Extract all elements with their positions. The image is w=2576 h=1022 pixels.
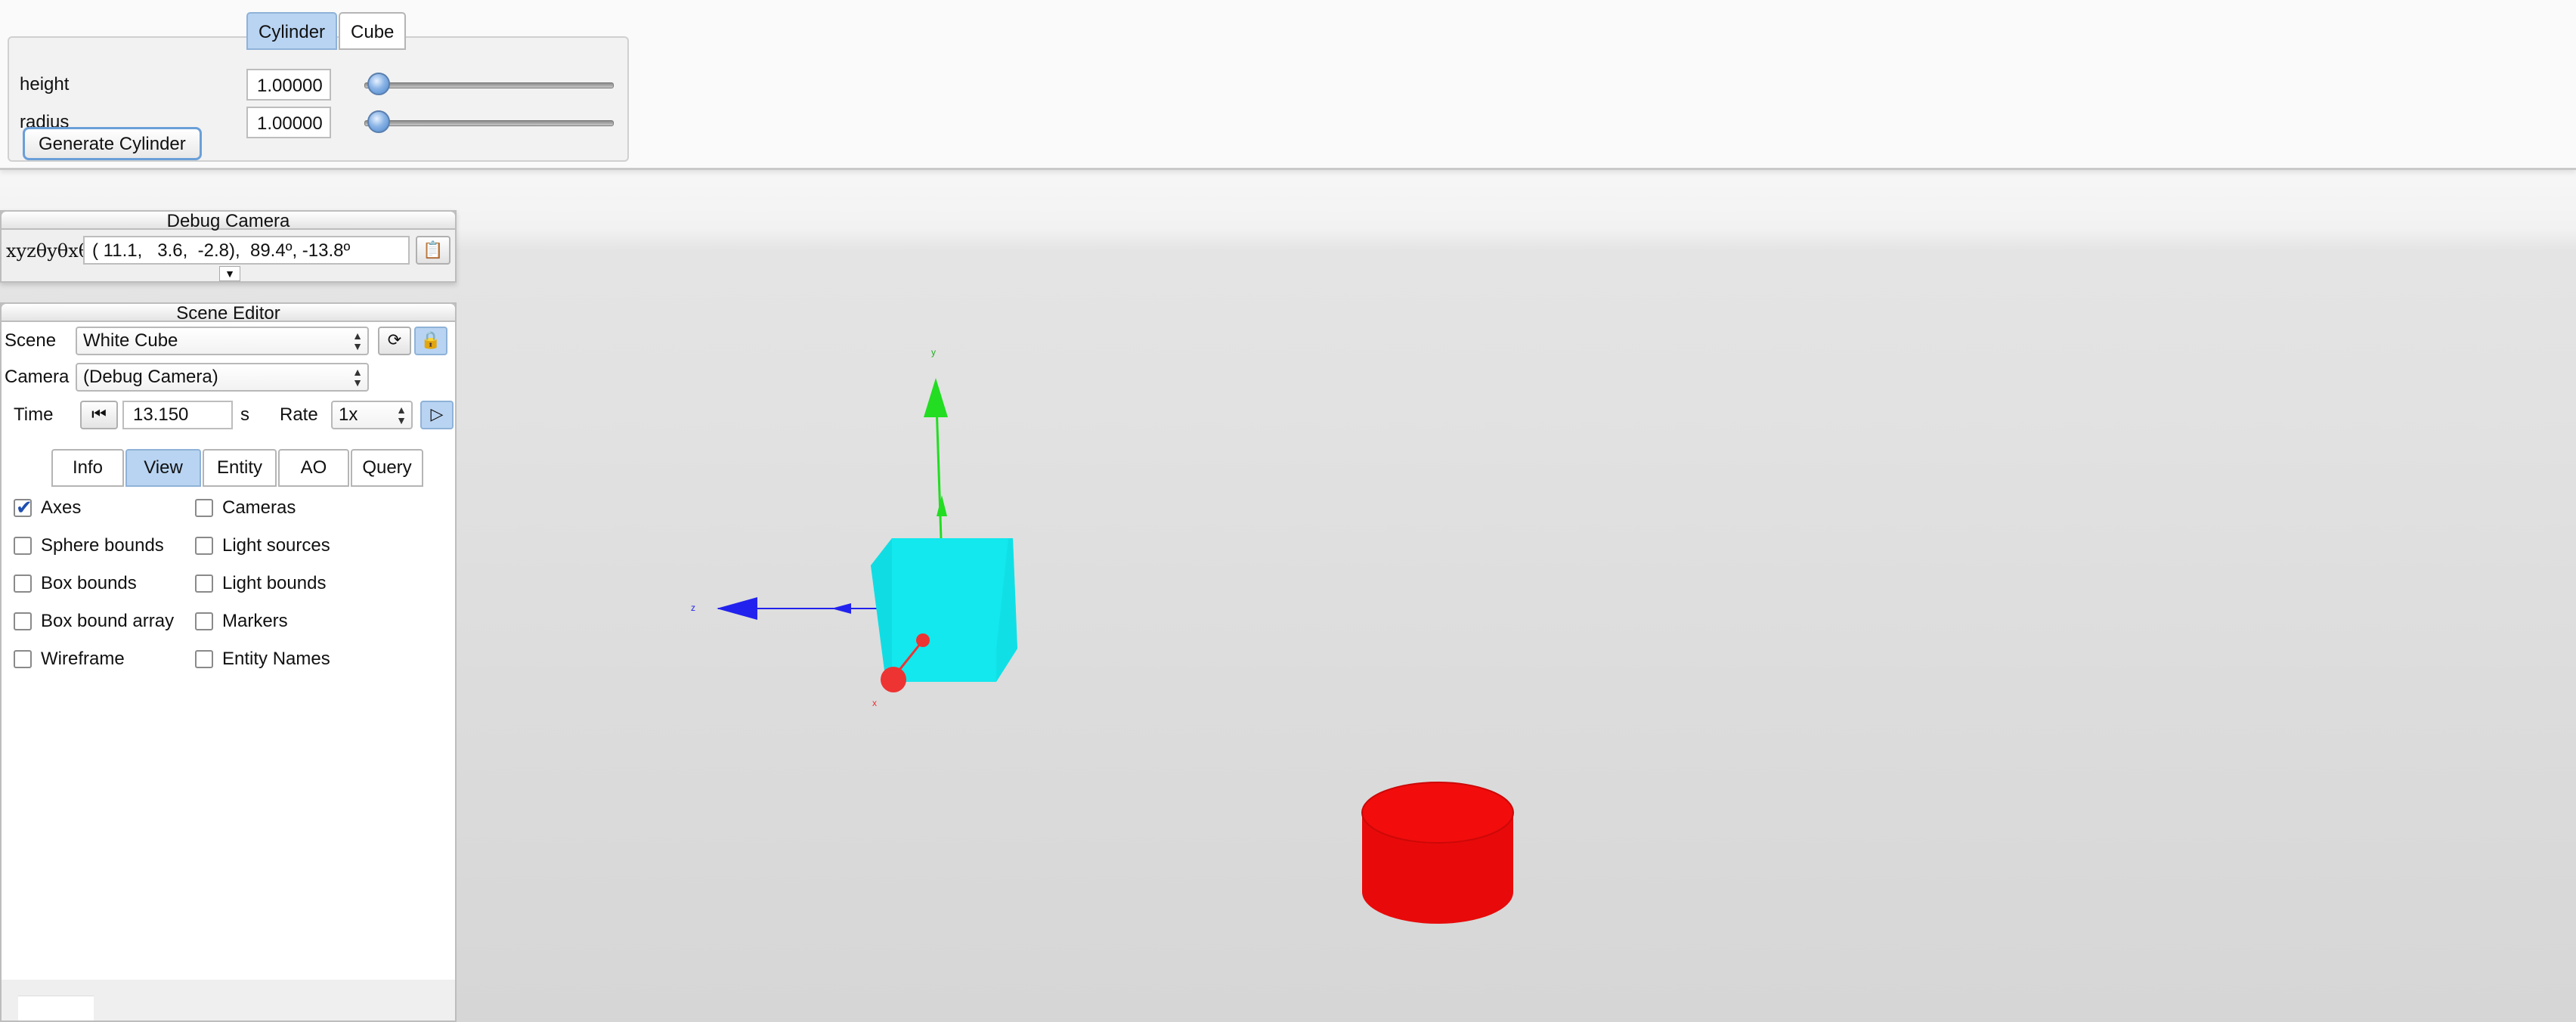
wireframe-option[interactable]: Wireframe xyxy=(14,649,125,670)
white-cube xyxy=(871,538,1017,682)
y-axis-label: y xyxy=(931,347,936,358)
radius-field[interactable]: 1.00000 xyxy=(246,107,331,138)
light-bounds-label: Light bounds xyxy=(222,573,327,593)
z-axis-label: z xyxy=(691,602,695,613)
axes-option[interactable]: Axes xyxy=(14,496,82,519)
box-bounds-checkbox[interactable] xyxy=(14,574,32,593)
light-bounds-option[interactable]: Light bounds xyxy=(195,573,326,594)
tab-ao[interactable]: AO xyxy=(278,449,349,487)
sphere-bounds-option[interactable]: Sphere bounds xyxy=(14,535,164,556)
camera-select[interactable]: (Debug Camera) ▲ ▼ xyxy=(76,363,369,392)
wireframe-label: Wireframe xyxy=(41,649,125,669)
rate-select[interactable]: 1x ▲ ▼ xyxy=(331,401,413,429)
scene-editor-title[interactable]: Scene Editor xyxy=(0,302,457,324)
light-bounds-checkbox[interactable] xyxy=(195,574,213,593)
radius-slider[interactable] xyxy=(364,107,614,138)
axes-checkbox[interactable] xyxy=(14,496,33,519)
light-sources-option[interactable]: Light sources xyxy=(195,535,330,556)
box-bound-array-checkbox[interactable] xyxy=(14,612,32,630)
height-row: height 1.00000 xyxy=(20,67,614,102)
expand-down-icon[interactable]: ▼ xyxy=(219,266,240,281)
height-slider[interactable] xyxy=(364,70,614,100)
markers-checkbox[interactable] xyxy=(195,612,213,630)
scene-editor-panel: Scene Editor Scene White Cube ▲ ▼ ⟳ 🔒 Cam… xyxy=(0,302,457,1022)
debug-camera-panel: Debug Camera xyzθyθxθz ( 11.1, 3.6, -2.8… xyxy=(0,210,457,283)
calendar-icon[interactable] xyxy=(18,996,94,1020)
rewind-icon[interactable]: ⏮ xyxy=(80,401,118,429)
lock-icon[interactable]: 🔒 xyxy=(414,327,447,355)
scene-editor-footer xyxy=(2,980,455,1020)
wireframe-checkbox[interactable] xyxy=(14,650,32,668)
camera-row: Camera (Debug Camera) ▲ ▼ xyxy=(5,363,369,392)
scene-editor-tabs: Info View Entity AO Query xyxy=(51,449,425,487)
box-bound-array-label: Box bound array xyxy=(41,611,175,631)
tab-entity[interactable]: Entity xyxy=(203,449,277,487)
cameras-checkbox[interactable] xyxy=(195,499,213,517)
camera-coords-field[interactable]: ( 11.1, 3.6, -2.8), 89.4º, -13.8º xyxy=(83,236,410,265)
box-bound-array-option[interactable]: Box bound array xyxy=(14,611,174,632)
height-label: height xyxy=(20,74,70,94)
tab-query[interactable]: Query xyxy=(351,449,423,487)
camera-label: Camera xyxy=(5,367,70,387)
cameras-label: Cameras xyxy=(222,497,296,518)
box-bounds-option[interactable]: Box bounds xyxy=(14,573,137,594)
debug-camera-title[interactable]: Debug Camera xyxy=(0,210,457,231)
entity-names-option[interactable]: Entity Names xyxy=(195,649,330,670)
height-slider-knob[interactable] xyxy=(367,73,390,95)
play-icon[interactable]: ▷ xyxy=(420,401,454,429)
z-axis-arrow-small xyxy=(831,603,851,614)
time-row: Time ⏮ 13.150 s Rate 1x ▲ ▼ ▷ xyxy=(14,401,454,429)
sphere-bounds-label: Sphere bounds xyxy=(41,535,164,556)
box-bounds-label: Box bounds xyxy=(41,573,137,593)
camera-select-value: (Debug Camera) xyxy=(83,367,218,387)
entity-names-label: Entity Names xyxy=(222,649,330,669)
generate-cylinder-button[interactable]: Generate Cylinder xyxy=(23,127,202,160)
sphere-bounds-checkbox[interactable] xyxy=(14,537,32,555)
axes-label: Axes xyxy=(41,497,82,518)
cameras-option[interactable]: Cameras xyxy=(195,497,296,519)
entity-names-checkbox[interactable] xyxy=(195,650,213,668)
select-arrows-icon: ▲ ▼ xyxy=(396,404,407,426)
scene-label: Scene xyxy=(5,330,57,351)
radius-slider-knob[interactable] xyxy=(367,110,390,133)
select-arrows-icon: ▲ ▼ xyxy=(352,366,363,389)
time-label: Time xyxy=(14,404,54,425)
z-axis-arrow xyxy=(717,597,757,620)
tab-cylinder[interactable]: Cylinder xyxy=(246,12,338,50)
light-sources-checkbox[interactable] xyxy=(195,537,213,555)
scene-select-value: White Cube xyxy=(83,330,178,351)
tab-info[interactable]: Info xyxy=(51,449,124,487)
height-field[interactable]: 1.00000 xyxy=(246,69,331,101)
scene-row: Scene White Cube ▲ ▼ ⟳ 🔒 xyxy=(5,327,447,355)
tab-cube[interactable]: Cube xyxy=(339,12,407,50)
x-axis-arrow xyxy=(881,667,906,692)
y-axis-arrow xyxy=(924,378,948,417)
time-unit: s xyxy=(240,404,249,425)
light-sources-label: Light sources xyxy=(222,535,330,556)
copy-icon[interactable]: 📋 xyxy=(416,236,450,265)
rate-label: Rate xyxy=(280,404,318,425)
scene-select[interactable]: White Cube ▲ ▼ xyxy=(76,327,369,355)
time-field[interactable]: 13.150 xyxy=(122,401,233,429)
generator-tabs: Cylinder Cube xyxy=(246,12,407,50)
x-axis-label: x xyxy=(872,698,877,708)
reload-icon[interactable]: ⟳ xyxy=(378,327,411,355)
rate-select-value: 1x xyxy=(339,404,358,425)
generator-bar: height 1.00000 radius 1.00000 Cylinder C… xyxy=(0,0,2576,170)
tab-view[interactable]: View xyxy=(125,449,201,487)
x-axis-origin-dot xyxy=(916,633,930,647)
markers-option[interactable]: Markers xyxy=(195,611,288,632)
select-arrows-icon: ▲ ▼ xyxy=(352,330,363,352)
markers-label: Markers xyxy=(222,611,288,631)
y-axis-arrow-small xyxy=(937,495,947,516)
